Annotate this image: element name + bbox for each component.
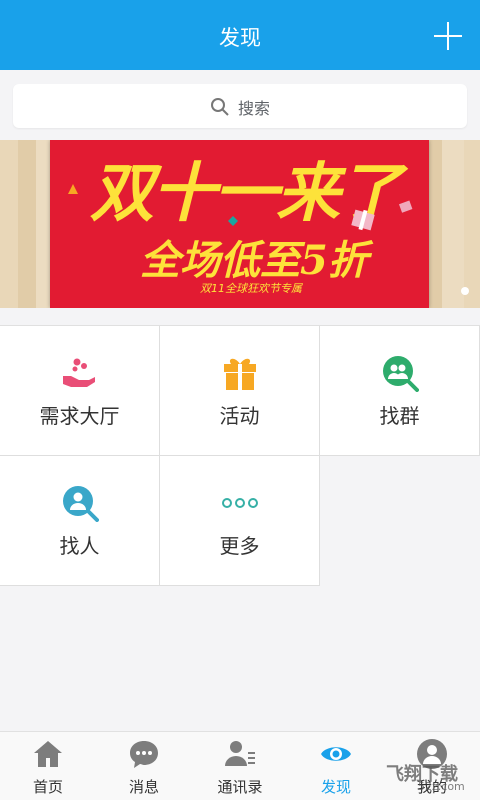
eye-icon <box>321 747 351 761</box>
tab-home[interactable]: 首页 <box>0 732 96 800</box>
grid-item-label: 找人 <box>59 534 100 558</box>
tab-label: 发现 <box>320 778 351 796</box>
grid-item-find-group[interactable]: 找群 <box>320 326 480 456</box>
grid-item-activity[interactable]: 活动 <box>160 326 320 456</box>
banner-poster: 双十一来了 全场低至5折 双11全球狂欢节专属 <box>50 140 429 308</box>
watermark-subtext: 52z.com <box>418 780 465 793</box>
add-plus-icon[interactable] <box>434 22 462 50</box>
banner-caption: 双11全球狂欢节专属 <box>200 282 302 295</box>
tab-contacts[interactable]: 通讯录 <box>192 732 288 800</box>
group-search-icon <box>383 356 419 392</box>
banner-subheadline: 全场低至5折 <box>140 237 368 284</box>
search-label: 搜索 <box>237 99 270 118</box>
grid-item-label: 活动 <box>219 404 260 428</box>
confetti-icon <box>228 216 238 226</box>
search-bar[interactable]: 搜索 <box>13 84 467 128</box>
message-icon <box>130 741 158 768</box>
feature-grid: 需求大厅 活动 找群 找人 更多 <box>0 325 480 586</box>
grid-item-label: 找群 <box>379 404 420 428</box>
tab-label: 消息 <box>128 778 159 796</box>
grid-item-find-people[interactable]: 找人 <box>0 456 160 586</box>
grid-item-label: 更多 <box>219 534 260 558</box>
tab-label: 通讯录 <box>217 778 263 796</box>
confetti-icon <box>68 184 78 194</box>
gift-icon <box>224 358 256 390</box>
grid-empty-cell <box>320 456 480 586</box>
contacts-icon <box>225 741 255 766</box>
tab-label: 首页 <box>32 778 63 796</box>
gift-box-decoration-icon <box>398 200 413 213</box>
top-header: 发现 <box>0 0 480 70</box>
home-icon <box>34 741 62 767</box>
promo-banner[interactable]: 双十一来了 全场低至5折 双11全球狂欢节专属 <box>0 140 480 308</box>
person-search-icon <box>63 486 99 522</box>
banner-page-indicator[interactable] <box>461 287 469 295</box>
gift-box-decoration-icon <box>351 209 375 231</box>
grid-item-more[interactable]: 更多 <box>160 456 320 586</box>
grid-item-label: 需求大厅 <box>39 404 120 428</box>
page-title: 发现 <box>219 26 261 50</box>
grid-item-demand-hall[interactable]: 需求大厅 <box>0 326 160 456</box>
tab-discover[interactable]: 发现 <box>288 732 384 800</box>
watermark-logo: 飞翔下载 52z.com <box>386 760 465 793</box>
search-icon <box>210 98 229 116</box>
hand-coins-icon <box>63 358 95 387</box>
tab-messages[interactable]: 消息 <box>96 732 192 800</box>
more-dots-icon <box>222 498 258 508</box>
